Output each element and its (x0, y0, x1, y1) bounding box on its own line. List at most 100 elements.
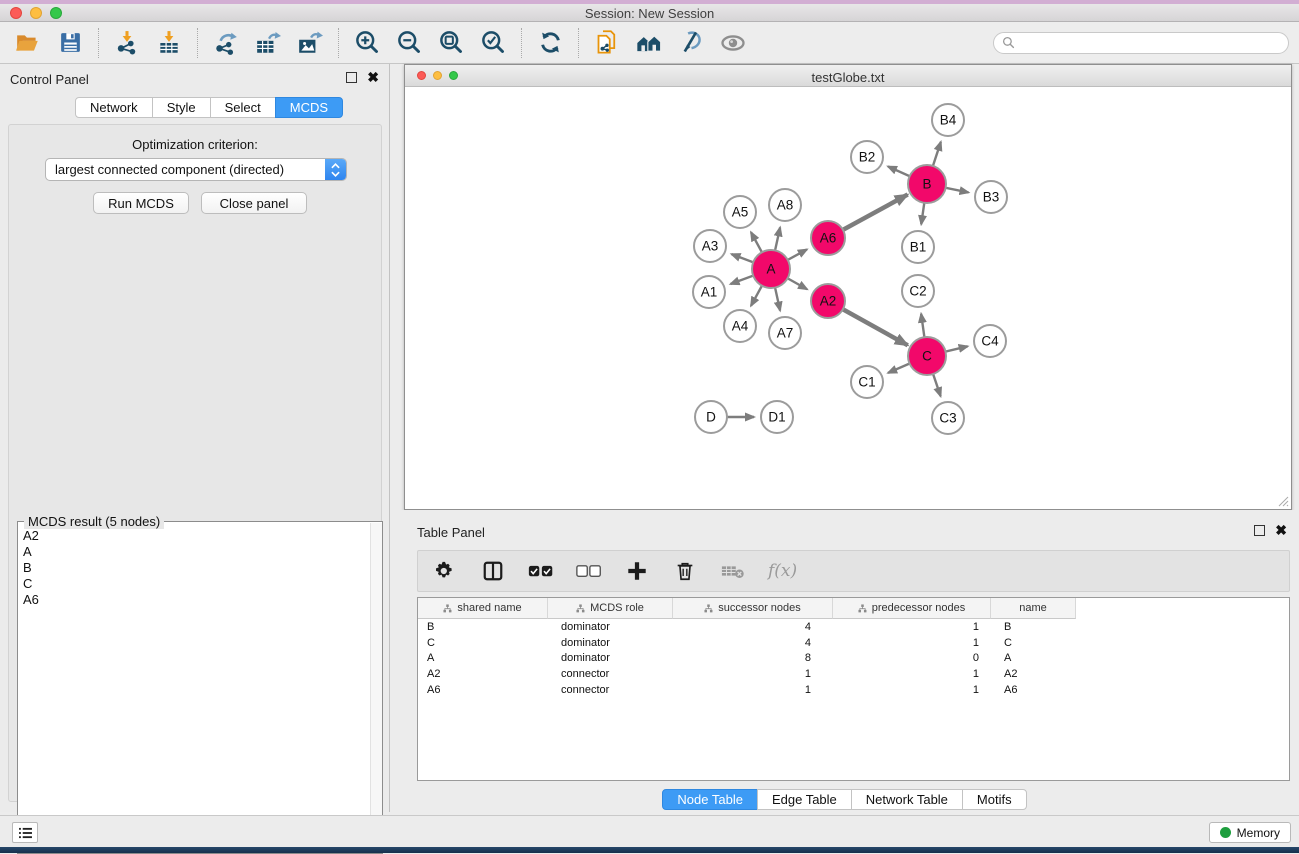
add-column-icon[interactable] (624, 558, 650, 584)
table-header-row: shared nameMCDS role successor nodes prede… (418, 598, 1289, 619)
tab-edge-table[interactable]: Edge Table (757, 789, 852, 810)
shared-column-icon (443, 604, 452, 613)
close-table-panel-icon[interactable]: ✖ (1275, 525, 1287, 536)
table-row[interactable]: Bdominator41B (418, 619, 1289, 635)
close-panel-icon[interactable]: ✖ (367, 72, 379, 83)
shared-column-icon (576, 604, 585, 613)
node-table[interactable]: shared nameMCDS role successor nodes prede… (417, 597, 1290, 781)
graph-node-label: B2 (859, 150, 876, 165)
graph-node-label: C (922, 349, 932, 364)
column-header-successor-nodes[interactable]: successor nodes (673, 598, 833, 619)
export-image-icon[interactable] (296, 29, 324, 57)
column-header-name[interactable]: name (991, 598, 1076, 619)
table-cell: A2 (991, 668, 1076, 680)
shared-column-icon (858, 604, 867, 613)
result-list-item[interactable]: A6 (23, 592, 368, 608)
table-panel-tabs: Node TableEdge TableNetwork TableMotifs (390, 789, 1299, 810)
result-scrollbar[interactable] (370, 523, 382, 852)
select-all-icon[interactable] (528, 558, 554, 584)
table-row[interactable]: Adominator80A (418, 650, 1289, 666)
export-table-icon[interactable] (254, 29, 282, 57)
table-cell: 1 (833, 637, 991, 649)
table-cell: 1 (833, 621, 991, 633)
resize-grip-icon[interactable] (1277, 495, 1289, 507)
status-bar: Memory (0, 815, 1299, 847)
task-history-button[interactable] (12, 822, 38, 843)
zoom-selected-icon[interactable] (479, 29, 507, 57)
result-list-item[interactable]: A (23, 544, 368, 560)
table-cell: 1 (833, 668, 991, 680)
tab-network[interactable]: Network (75, 97, 153, 118)
table-panel-title: Table Panel (417, 525, 485, 540)
search-input[interactable] (1020, 36, 1280, 50)
column-header-shared-name[interactable]: shared name (418, 598, 548, 619)
list-icon (18, 827, 33, 839)
table-panel: Table Panel ✖ f(x) shared nameMCDS roles… (390, 510, 1299, 815)
graph-node-label: C4 (981, 334, 999, 349)
tab-network-table[interactable]: Network Table (851, 789, 963, 810)
float-table-panel-icon[interactable] (1254, 525, 1265, 536)
close-panel-button[interactable]: Close panel (201, 192, 307, 214)
memory-button[interactable]: Memory (1209, 822, 1291, 843)
zoom-fit-icon[interactable] (437, 29, 465, 57)
import-network-icon[interactable] (113, 29, 141, 57)
window-title: Session: New Session (0, 6, 1299, 21)
table-cell: connector (548, 668, 673, 680)
graph-node-label: A6 (820, 231, 837, 246)
run-mcds-button[interactable]: Run MCDS (93, 192, 189, 214)
column-header-label: successor nodes (718, 602, 801, 614)
tab-mcds[interactable]: MCDS (275, 97, 343, 118)
tab-select[interactable]: Select (210, 97, 276, 118)
export-network-icon[interactable] (212, 29, 240, 57)
column-header-label: predecessor nodes (872, 602, 966, 614)
column-header-label: name (1019, 602, 1047, 614)
table-cell: 1 (673, 668, 833, 680)
table-cell: 8 (673, 652, 833, 664)
delete-table-icon[interactable] (720, 558, 746, 584)
open-file-icon[interactable] (14, 29, 42, 57)
tab-node-table[interactable]: Node Table (662, 789, 758, 810)
network-window-titlebar: testGlobe.txt (405, 65, 1291, 87)
save-session-icon[interactable] (56, 29, 84, 57)
graph-node-label: D1 (768, 410, 785, 425)
mcds-result-box: MCDS result (5 nodes) A2ABCA6 (17, 521, 383, 854)
table-cell: 1 (833, 684, 991, 696)
result-list-item[interactable]: B (23, 560, 368, 576)
table-row[interactable]: Cdominator41C (418, 635, 1289, 651)
result-list-item[interactable]: A2 (23, 528, 368, 544)
eye-icon[interactable] (719, 29, 747, 57)
deselect-all-icon[interactable] (576, 558, 602, 584)
main-toolbar (0, 22, 1299, 64)
control-panel-tabs: Network Style Select MCDS (75, 97, 343, 118)
optimization-criterion-dropdown[interactable]: largest connected component (directed) (45, 158, 347, 181)
refresh-icon[interactable] (536, 29, 564, 57)
float-panel-icon[interactable] (346, 72, 357, 83)
tab-motifs[interactable]: Motifs (962, 789, 1027, 810)
search-field[interactable] (993, 32, 1289, 54)
home-icon[interactable] (635, 29, 663, 57)
column-header-MCDS-role[interactable]: MCDS role (548, 598, 673, 619)
result-list-item[interactable]: C (23, 576, 368, 592)
function-builder-icon[interactable]: f(x) (768, 561, 797, 581)
new-network-from-selection-icon[interactable] (593, 29, 621, 57)
graph-node-label: B3 (983, 190, 1000, 205)
delete-column-icon[interactable] (672, 558, 698, 584)
table-cell: A6 (991, 684, 1076, 696)
table-cell: 4 (673, 637, 833, 649)
hide-graphics-details-icon[interactable] (677, 29, 705, 57)
control-panel-window-icons: ✖ (346, 72, 379, 83)
tab-style[interactable]: Style (152, 97, 211, 118)
mcds-panel: Optimization criterion: largest connecte… (8, 124, 382, 802)
column-header-predecessor-nodes[interactable]: predecessor nodes (833, 598, 991, 619)
settings-gear-icon[interactable] (432, 558, 458, 584)
network-view-window[interactable]: testGlobe.txt AA6A2BCA5A8A3A1A4A7B4B2B3B… (404, 64, 1292, 510)
network-graph-canvas[interactable]: AA6A2BCA5A8A3A1A4A7B4B2B3B1C2C4C1C3DD1 (405, 87, 1291, 509)
zoom-out-icon[interactable] (395, 29, 423, 57)
graph-node-label: A2 (820, 294, 837, 309)
mcds-result-list[interactable]: A2ABCA6 (20, 528, 368, 608)
columns-icon[interactable] (480, 558, 506, 584)
import-table-icon[interactable] (155, 29, 183, 57)
zoom-in-icon[interactable] (353, 29, 381, 57)
table-row[interactable]: A6connector11A6 (418, 682, 1289, 698)
table-row[interactable]: A2connector11A2 (418, 666, 1289, 682)
